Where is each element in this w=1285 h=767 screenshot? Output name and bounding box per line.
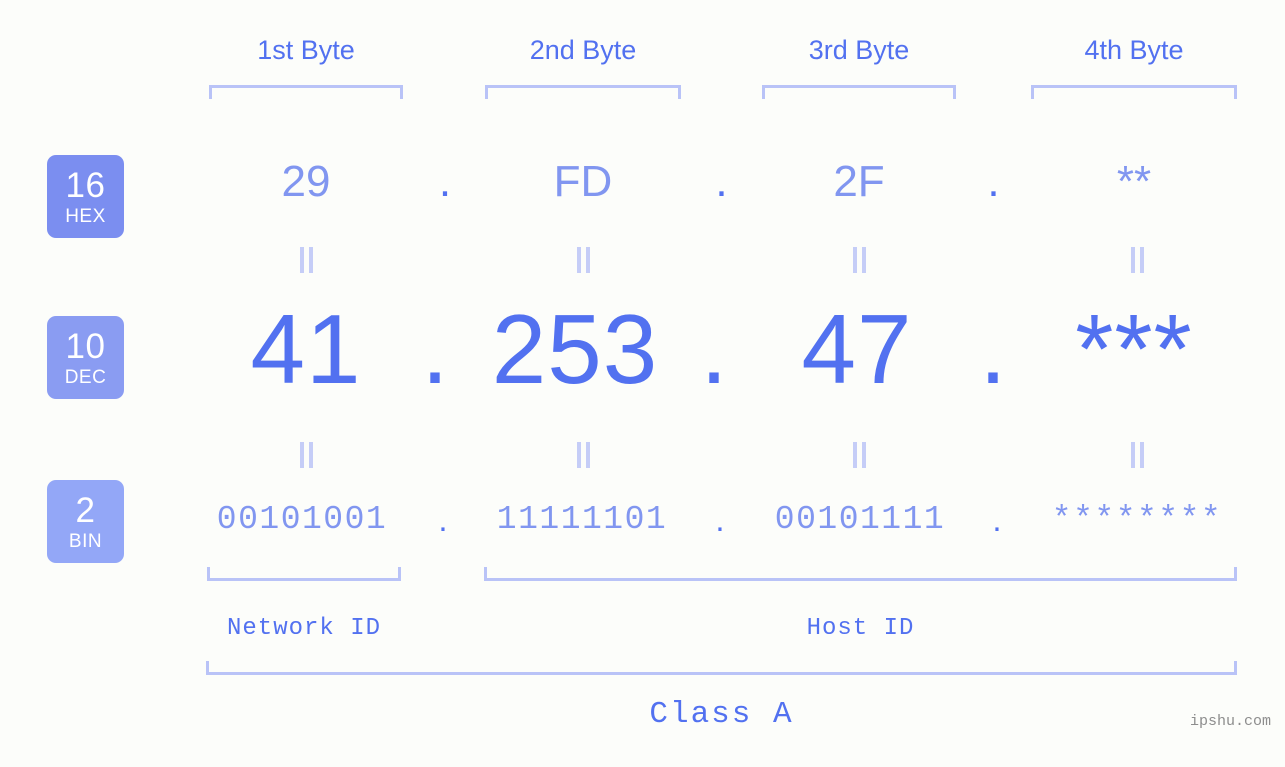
equals-separator-decbin-1 (293, 440, 319, 470)
dec-byte-2: 253 (491, 294, 659, 404)
base-badge-dec: 10 DEC (47, 316, 124, 399)
equals-separator-hexdec-4 (1124, 245, 1150, 275)
byte-bracket-top-4 (1031, 85, 1237, 99)
dec-byte-1: 41 (250, 294, 362, 404)
bin-separator-3: . (992, 501, 1002, 538)
dec-separator-3: . (979, 294, 1007, 404)
equals-separator-decbin-4 (1124, 440, 1150, 470)
byte-header-1: 1st Byte (257, 35, 355, 65)
byte-bracket-top-2 (485, 85, 681, 99)
base-badge-dec-name: DEC (64, 366, 107, 388)
equals-separator-hexdec-2 (570, 245, 596, 275)
equals-separator-hexdec-1 (293, 245, 319, 275)
byte-bracket-top-3 (762, 85, 956, 99)
base-badge-hex-number: 16 (65, 165, 106, 205)
bin-byte-1: 00101001 (216, 501, 388, 538)
equals-separator-hexdec-3 (846, 245, 872, 275)
base-badge-dec-number: 10 (65, 326, 106, 366)
hex-byte-1: 29 (281, 157, 331, 206)
bin-separator-2: . (715, 501, 725, 538)
hex-byte-4: ** (1116, 157, 1152, 206)
ip-byte-breakdown-diagram: 1st Byte 2nd Byte 3rd Byte 4th Byte 16 H… (0, 0, 1285, 767)
hex-separator-3: . (987, 157, 1000, 206)
site-watermark: ipshu.com (1189, 713, 1271, 730)
dec-byte-3: 47 (801, 294, 913, 404)
class-bracket (206, 661, 1237, 675)
byte-header-4: 4th Byte (1084, 35, 1184, 65)
hex-separator-2: . (715, 157, 728, 206)
bin-separator-1: . (438, 501, 448, 538)
dec-separator-2: . (700, 294, 728, 404)
hex-byte-2: FD (553, 157, 613, 206)
dec-separator-1: . (421, 294, 449, 404)
network-id-label: Network ID (226, 615, 382, 642)
hex-separator-1: . (438, 157, 452, 206)
byte-header-2: 2nd Byte (529, 35, 637, 65)
hex-byte-3: 2F (833, 157, 885, 206)
equals-separator-decbin-2 (570, 440, 596, 470)
base-badge-bin-name: BIN (68, 530, 103, 552)
dec-byte-4: *** (1075, 294, 1193, 404)
equals-separator-decbin-3 (846, 440, 872, 470)
base-badge-bin-number: 2 (75, 490, 96, 530)
base-badge-bin: 2 BIN (47, 480, 124, 563)
base-badge-hex: 16 HEX (47, 155, 124, 238)
class-label: Class A (649, 697, 794, 732)
byte-header-3: 3rd Byte (808, 35, 910, 65)
base-badge-hex-name: HEX (65, 205, 106, 227)
bin-byte-2: 11111101 (496, 501, 668, 538)
bin-byte-3: 00101111 (774, 501, 946, 538)
host-id-label: Host ID (806, 615, 915, 642)
byte-bracket-top-1 (209, 85, 403, 99)
bin-byte-4: ******** (1051, 501, 1223, 538)
host-id-bracket (484, 567, 1237, 581)
network-id-bracket (207, 567, 401, 581)
